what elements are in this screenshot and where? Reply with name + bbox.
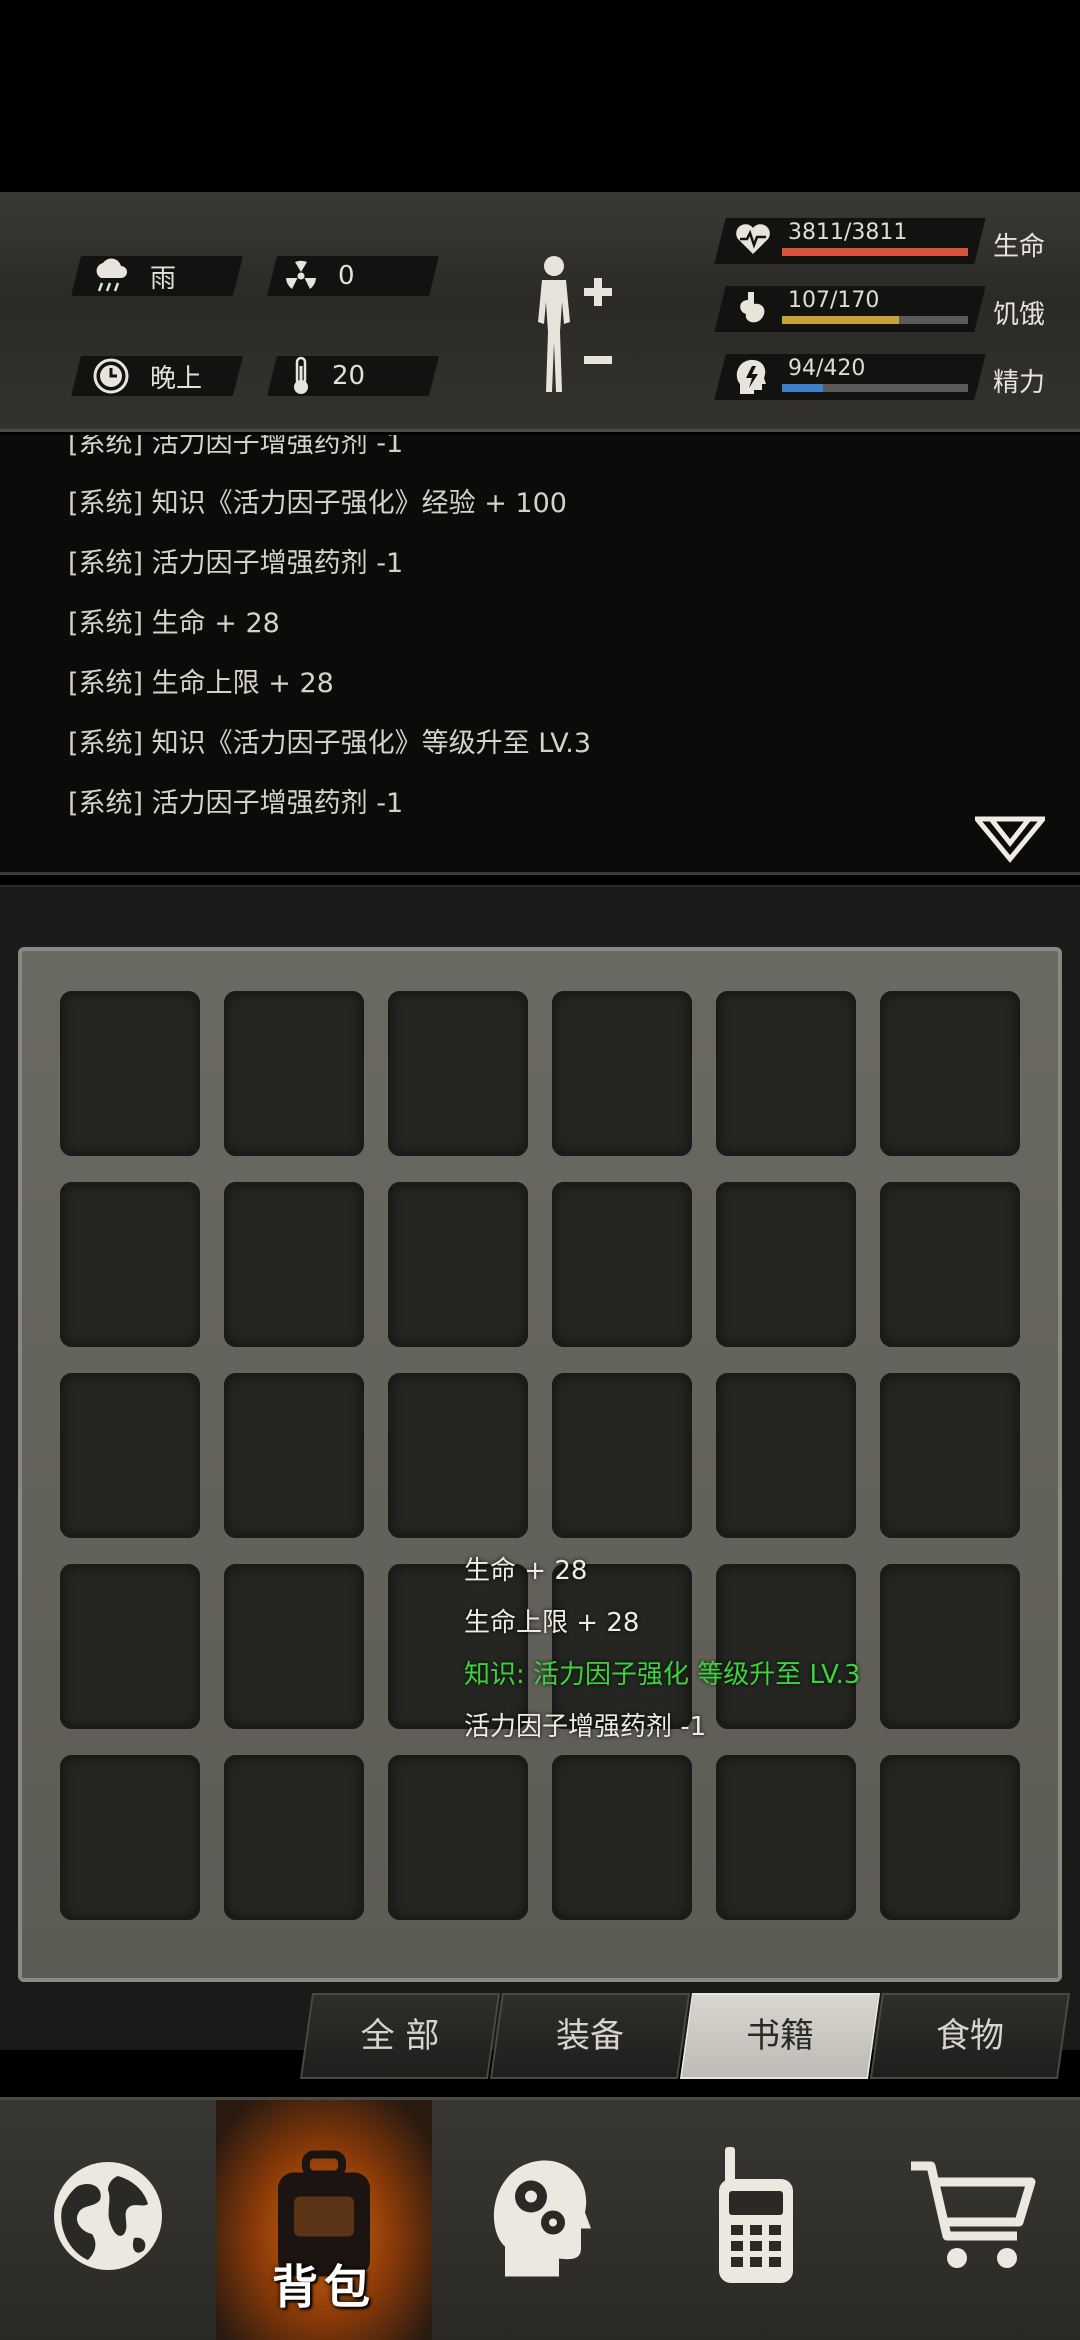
inventory-slot[interactable] (552, 1373, 692, 1538)
inventory-slot[interactable] (716, 1755, 856, 1920)
inventory-slot[interactable] (388, 991, 528, 1156)
temperature-info: 20 (290, 356, 365, 396)
hunger-bar (782, 316, 968, 324)
log-line: [系统] 知识《活力因子强化》等级升至 LV.3 (68, 728, 592, 759)
toast-line: 活力因子增强药剂 -1 (464, 1712, 707, 1742)
walkie-talkie-icon (719, 2146, 793, 2283)
body-status-figure[interactable] (520, 252, 630, 402)
head-energy-icon (736, 359, 766, 394)
heart-icon (736, 224, 770, 254)
globe-icon (54, 2161, 162, 2270)
weather-value: 雨 (150, 263, 177, 294)
tab-food[interactable]: 食物 (876, 1993, 1064, 2079)
inventory-slot[interactable] (224, 1564, 364, 1729)
log-line: [系统] 活力因子增强药剂 -1 (68, 548, 404, 579)
vital-health: 3811/3811 生命 (714, 212, 1060, 272)
message-log[interactable]: [系统] 活力因子增强药剂 -1 [系统] 知识《活力因子强化》经验 + 100… (0, 435, 1080, 875)
inventory-slot[interactable] (388, 1182, 528, 1347)
radiation-info: 0 (284, 256, 355, 296)
inventory-slot[interactable] (880, 1182, 1020, 1347)
inventory-slot[interactable] (60, 1564, 200, 1729)
nav-radio[interactable] (648, 2100, 864, 2340)
weather-info: 雨 (92, 256, 176, 296)
log-line: [系统] 活力因子增强药剂 -1 (68, 435, 404, 459)
inventory-slot[interactable] (880, 1373, 1020, 1538)
status-bar: 雨 0 晚上 20 3811/3811 生命 107/170 饥饿 94/420… (0, 192, 1080, 432)
toast-line: 生命 + 28 (464, 1556, 588, 1586)
nav-skills[interactable] (432, 2100, 648, 2340)
thermometer-icon (294, 356, 308, 394)
inventory-slot[interactable] (224, 1755, 364, 1920)
energy-value: 94/420 (788, 356, 866, 381)
inventory-slot[interactable] (716, 991, 856, 1156)
nav-world[interactable] (0, 2100, 216, 2340)
nav-backpack-label: 背包 (272, 2260, 376, 2314)
inventory-slot[interactable] (60, 1755, 200, 1920)
health-label: 生命 (993, 232, 1046, 262)
tab-equipment[interactable]: 装备 (496, 1993, 684, 2079)
inventory-slot[interactable] (60, 991, 200, 1156)
rain-icon (96, 258, 127, 292)
inventory-slot[interactable] (224, 1373, 364, 1538)
notification-toast: 生命 + 28 生命上限 + 28 知识: 活力因子强化 等级升至 LV.3 活… (464, 1545, 984, 1753)
inventory-frame (18, 947, 1062, 1982)
hunger-label: 饥饿 (993, 300, 1046, 330)
head-gears-icon (493, 2159, 591, 2276)
temperature-value: 20 (332, 361, 366, 391)
expand-log-chevron-icon[interactable] (975, 815, 1045, 863)
inventory-slot[interactable] (388, 1373, 528, 1538)
toast-line: 生命上限 + 28 (464, 1608, 640, 1638)
nav-backpack[interactable]: 背包 (216, 2100, 432, 2340)
clock-icon (93, 358, 129, 394)
radiation-value: 0 (338, 261, 355, 291)
nav-shop[interactable] (864, 2100, 1080, 2340)
inventory-slot[interactable] (880, 991, 1020, 1156)
inventory-slot[interactable] (224, 1182, 364, 1347)
log-line: [系统] 知识《活力因子强化》经验 + 100 (68, 488, 567, 519)
time-value: 晚上 (150, 363, 203, 394)
radiation-icon (286, 260, 316, 289)
inventory-slot[interactable] (60, 1182, 200, 1347)
health-bar (782, 248, 968, 256)
energy-label: 精力 (993, 368, 1046, 398)
inventory-slot[interactable] (224, 991, 364, 1156)
log-line: [系统] 生命上限 + 28 (68, 668, 334, 699)
health-value: 3811/3811 (788, 220, 908, 245)
vital-hunger: 107/170 饥饿 (714, 280, 1060, 340)
bottom-nav: 背包 (0, 2097, 1080, 2340)
inventory-slot[interactable] (552, 1182, 692, 1347)
inventory-grid (60, 991, 1020, 1920)
category-tabs: 全 部 装备 书籍 食物 (296, 1993, 1071, 2079)
stomach-icon (740, 292, 765, 323)
log-line: [系统] 活力因子增强药剂 -1 (68, 788, 404, 819)
inventory-slot[interactable] (552, 991, 692, 1156)
inventory-slot[interactable] (60, 1373, 200, 1538)
time-info: 晚上 (92, 356, 202, 396)
inventory-slot[interactable] (388, 1755, 528, 1920)
tab-books[interactable]: 书籍 (686, 1993, 874, 2079)
log-line: [系统] 生命 + 28 (68, 608, 280, 639)
tab-all[interactable]: 全 部 (306, 1993, 494, 2079)
hunger-value: 107/170 (788, 288, 880, 313)
energy-bar (782, 384, 968, 392)
toast-line: 知识: 活力因子强化 等级升至 LV.3 (464, 1660, 861, 1690)
inventory-slot[interactable] (716, 1182, 856, 1347)
vital-energy: 94/420 精力 (714, 348, 1060, 408)
inventory-slot[interactable] (552, 1755, 692, 1920)
inventory-slot[interactable] (880, 1755, 1020, 1920)
inventory-panel (0, 885, 1080, 2050)
inventory-slot[interactable] (716, 1373, 856, 1538)
shopping-cart-icon (911, 2161, 1036, 2268)
